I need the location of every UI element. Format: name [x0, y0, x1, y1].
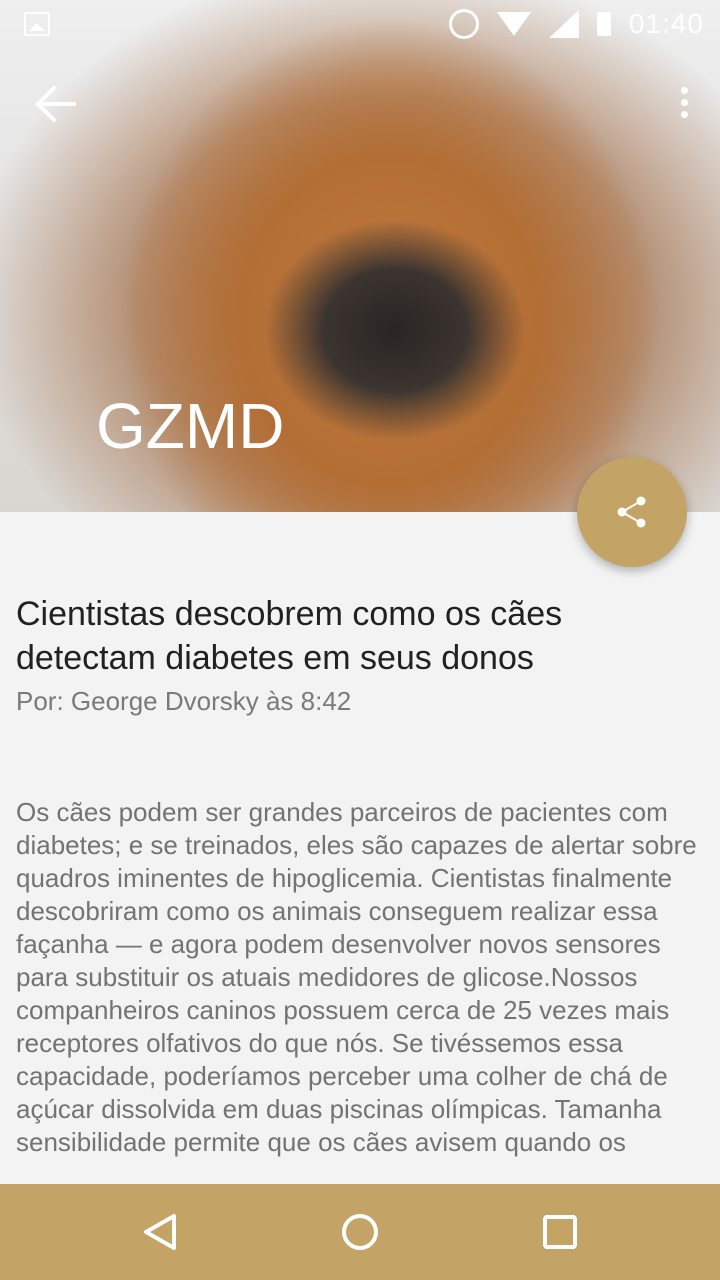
back-button[interactable]: [30, 82, 82, 126]
nav-home-button[interactable]: [336, 1208, 384, 1256]
app-title: GZMD: [96, 390, 285, 462]
share-icon: [617, 496, 646, 528]
article-headline: Cientistas descobrem como os cães detect…: [16, 595, 563, 677]
overflow-menu-icon: [680, 87, 688, 94]
share-button[interactable]: [577, 457, 687, 567]
nav-back-button[interactable]: [136, 1208, 184, 1256]
article-header: Cientistas descobrem como os cães detect…: [16, 592, 706, 718]
signal-icon: [548, 10, 579, 38]
status-icons: 01:40: [448, 8, 704, 40]
article-byline: Por: George Dvorsky às 8:42: [16, 686, 352, 716]
status-bar: 01:40: [0, 0, 720, 48]
alarm-icon: [448, 9, 479, 39]
overflow-menu-button[interactable]: [676, 84, 692, 124]
wifi-icon: [496, 12, 531, 36]
article-body: Os cães podem ser grandes parceiros de p…: [16, 797, 697, 1157]
clock: 01:40: [628, 8, 704, 39]
image-icon: [24, 12, 50, 36]
back-triangle-icon: [144, 1214, 176, 1250]
navigation-bar: [0, 1184, 720, 1280]
nav-recents-button[interactable]: [536, 1208, 584, 1256]
recents-square-icon: [543, 1215, 577, 1249]
battery-icon: [596, 12, 611, 36]
back-arrow-icon: [35, 85, 76, 123]
home-circle-icon: [342, 1214, 378, 1250]
